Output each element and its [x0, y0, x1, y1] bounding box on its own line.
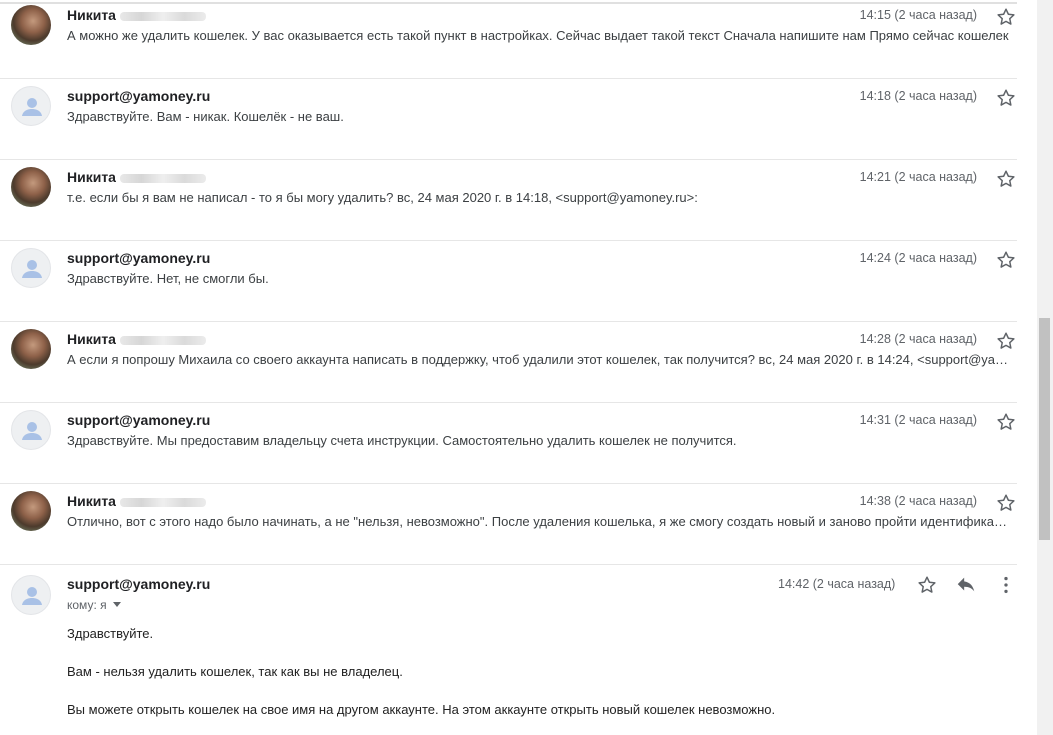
message-time: 14:21 (2 часа назад) [859, 170, 977, 184]
redacted-surname [119, 11, 206, 21]
star-button[interactable] [995, 6, 1017, 28]
sender-label: support@yamoney.ru [67, 88, 211, 104]
star-outline-icon [997, 332, 1015, 349]
avatar[interactable] [11, 248, 51, 288]
sender-label: support@yamoney.ru [67, 412, 211, 428]
avatar[interactable] [11, 491, 51, 531]
avatar[interactable] [11, 5, 51, 45]
star-button[interactable] [995, 87, 1017, 109]
more-options-button[interactable] [995, 574, 1017, 596]
body-greeting: Здравствуйте. [67, 626, 154, 641]
star-button[interactable] [995, 168, 1017, 190]
sender-name[interactable]: support@yamoney.ru [67, 412, 210, 428]
message-row[interactable]: support@yamoney.ru 14:18 (2 часа назад) Зд… [0, 79, 1017, 160]
message-row[interactable]: Никита 14:21 (2 часа назад) т.е. если бы я… [0, 160, 1017, 241]
star-outline-icon [997, 494, 1015, 511]
message-time: 14:42 (2 часа назад) [778, 577, 896, 591]
sender-name[interactable]: Никита [67, 7, 206, 23]
sender-label: Никита [67, 7, 116, 23]
sender-name[interactable]: Никита [67, 169, 206, 185]
avatar[interactable] [11, 167, 51, 207]
body-paragraph: Вы можете открыть кошелек на свое имя на… [67, 702, 776, 717]
sender-label: support@yamoney.ru [67, 250, 211, 266]
body-paragraph: Вам - нельзя удалить кошелек, так как вы… [67, 664, 403, 679]
reply-button[interactable] [955, 574, 977, 596]
message-time: 14:28 (2 часа назад) [859, 332, 977, 346]
scrollbar-thumb[interactable] [1039, 318, 1050, 540]
person-icon [22, 587, 42, 605]
message-row[interactable]: Никита 14:15 (2 часа назад) А можно же уда… [0, 0, 1017, 79]
redacted-surname [119, 497, 206, 507]
message-snippet: А можно же удалить кошелек. У вас оказыв… [67, 28, 1009, 43]
avatar[interactable] [11, 329, 51, 369]
message-row[interactable]: Никита 14:38 (2 часа назад) Отлично, вот с… [0, 484, 1017, 565]
star-outline-icon [918, 576, 936, 593]
message-row[interactable]: support@yamoney.ru 14:24 (2 часа назад) Зд… [0, 241, 1017, 322]
avatar[interactable] [11, 410, 51, 450]
redacted-surname [119, 335, 206, 345]
message-row[interactable]: support@yamoney.ru 14:31 (2 часа назад) Зд… [0, 403, 1017, 484]
star-outline-icon [997, 413, 1015, 430]
message-snippet: Здравствуйте. Вам - никак. Кошелёк - не … [67, 109, 344, 124]
message-row[interactable]: Никита 14:28 (2 часа назад) А если я попро… [0, 322, 1017, 403]
sender-label: Никита [67, 169, 116, 185]
message-time: 14:15 (2 часа назад) [859, 8, 977, 22]
sender-name[interactable]: Никита [67, 493, 206, 509]
message-time: 14:24 (2 часа назад) [859, 251, 977, 265]
message-snippet: т.е. если бы я вам не написал - то я бы … [67, 190, 698, 205]
person-icon [22, 260, 42, 278]
more-vertical-icon [1004, 576, 1008, 594]
star-outline-icon [997, 8, 1015, 25]
message-snippet: Здравствуйте. Мы предоставим владельцу с… [67, 433, 737, 448]
email-thread: Никита 14:15 (2 часа назад) А можно же уда… [0, 0, 1017, 735]
sender-name[interactable]: Никита [67, 331, 206, 347]
message-snippet: Здравствуйте. Нет, не смогли бы. [67, 271, 269, 286]
person-icon [22, 422, 42, 440]
sender-label: Никита [67, 331, 116, 347]
star-outline-icon [997, 89, 1015, 106]
avatar[interactable] [11, 575, 51, 615]
sender-name[interactable]: support@yamoney.ru [67, 250, 210, 266]
star-button[interactable] [916, 574, 938, 596]
star-outline-icon [997, 170, 1015, 187]
chevron-down-icon[interactable] [112, 602, 121, 607]
message-snippet: А если я попрошу Михаила со своего аккау… [67, 352, 1013, 367]
recipient-line: кому: я [67, 598, 121, 612]
recipient-label: кому: я [67, 598, 107, 612]
message-time: 14:38 (2 часа назад) [859, 494, 977, 508]
message-time: 14:31 (2 часа назад) [859, 413, 977, 427]
sender-name[interactable]: support@yamoney.ru [67, 576, 210, 592]
reply-icon [957, 577, 975, 592]
sender-label: Никита [67, 493, 116, 509]
message-time: 14:18 (2 часа назад) [859, 89, 977, 103]
message-snippet: Отлично, вот с этого надо было начинать,… [67, 514, 1013, 529]
person-icon [22, 98, 42, 116]
star-button[interactable] [995, 249, 1017, 271]
expanded-message: support@yamoney.ru кому: я 14:42 (2 часа… [0, 564, 1017, 735]
star-button[interactable] [995, 330, 1017, 352]
star-button[interactable] [995, 492, 1017, 514]
star-outline-icon [997, 251, 1015, 268]
sender-name[interactable]: support@yamoney.ru [67, 88, 210, 104]
star-button[interactable] [995, 411, 1017, 433]
redacted-surname [119, 173, 206, 183]
avatar[interactable] [11, 86, 51, 126]
